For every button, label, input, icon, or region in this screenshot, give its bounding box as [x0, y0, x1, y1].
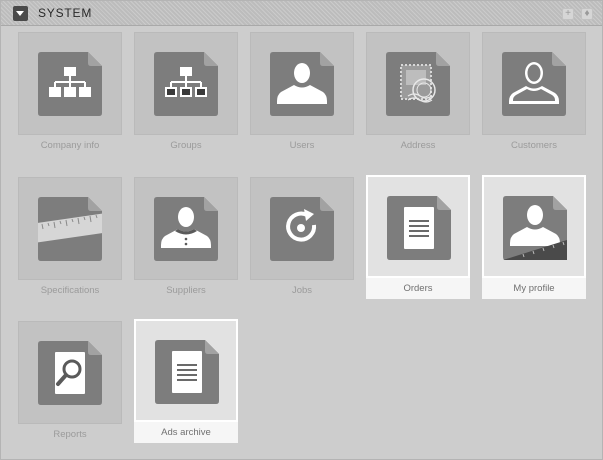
tile-label: Groups — [170, 140, 202, 151]
panel-titlebar: SYSTEM + ♦ — [1, 1, 602, 26]
report-search-icon — [38, 341, 102, 405]
tile-label: Address — [400, 140, 436, 151]
tile-label: Customers — [511, 140, 557, 151]
tile-specifications[interactable]: Specifications — [18, 177, 122, 301]
archive-document-icon — [155, 340, 219, 404]
tile-company-info[interactable]: Company info — [18, 32, 122, 156]
user-icon — [270, 52, 334, 116]
tile-jobs[interactable]: Jobs — [250, 177, 354, 301]
tile-label: Specifications — [40, 285, 100, 296]
customer-icon — [502, 52, 566, 116]
refresh-icon — [270, 197, 334, 261]
tile-label: Suppliers — [166, 285, 206, 296]
tile-label: Company info — [40, 140, 100, 151]
tile-users[interactable]: Users — [250, 32, 354, 156]
system-panel: SYSTEM + ♦ Company info Groups Users Add… — [0, 0, 603, 460]
profile-icon — [503, 196, 567, 260]
tile-reports[interactable]: Reports — [18, 321, 122, 445]
tile-groups[interactable]: Groups — [134, 32, 238, 156]
stamp-icon — [386, 52, 450, 116]
tile-customers[interactable]: Customers — [482, 32, 586, 156]
panel-title: SYSTEM — [38, 6, 93, 20]
tile-label: Jobs — [291, 285, 313, 296]
ruler-icon — [38, 197, 102, 261]
tile-label: Orders — [403, 283, 433, 294]
collapse-toggle-icon[interactable] — [13, 6, 28, 21]
tile-label: Ads archive — [161, 427, 211, 438]
add-button[interactable]: + — [562, 8, 574, 20]
tile-suppliers[interactable]: Suppliers — [134, 177, 238, 301]
tile-ads-archive[interactable]: Ads archive — [134, 319, 238, 443]
org-chart-icon — [38, 52, 102, 116]
tile-address[interactable]: Address — [366, 32, 470, 156]
tile-my-profile[interactable]: My profile — [482, 175, 586, 299]
groups-icon — [154, 52, 218, 116]
document-icon — [387, 196, 451, 260]
tile-label: My profile — [513, 283, 555, 294]
tile-label: Users — [289, 140, 315, 151]
options-button[interactable]: ♦ — [581, 8, 593, 20]
tile-orders[interactable]: Orders — [366, 175, 470, 299]
supplier-icon — [154, 197, 218, 261]
tile-label: Reports — [53, 429, 87, 440]
